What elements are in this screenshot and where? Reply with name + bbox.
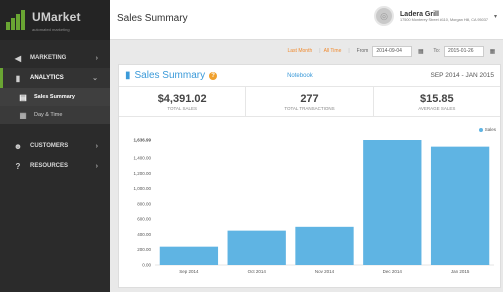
y-tick-label: 1,400.00 [133, 156, 151, 161]
caret-down-icon: ▾ [493, 13, 497, 20]
y-tick-label: 400.00 [137, 232, 151, 237]
brand-name: UMarket [32, 10, 81, 24]
legend-label: Sales [484, 127, 496, 132]
to-label: To: [433, 48, 440, 54]
x-tick-label: Dec 2014 [383, 269, 403, 274]
y-tick-label: 1,200.00 [133, 171, 151, 176]
sidebar-subitem-day-time[interactable]: ▦ Day & Time [0, 106, 110, 124]
account-name: Ladera Grill [400, 10, 439, 18]
stat-label: TOTAL SALES [167, 105, 197, 111]
stat-value: 277 [300, 92, 319, 105]
sidebar-item-marketing[interactable]: ◀ MARKETING › [0, 48, 110, 68]
stat-average-sales: $15.85 AVERAGE SALES [374, 87, 500, 116]
to-date-input[interactable]: 2015-01-26 [444, 45, 484, 57]
y-tick-label: 0.00 [142, 263, 151, 268]
page-title: Sales Summary [117, 13, 188, 24]
divider: | [319, 48, 321, 54]
sidebar-subitem-sales-summary[interactable]: ▤ Sales Summary [0, 88, 110, 106]
bar-dec-2014[interactable] [363, 140, 422, 265]
x-tick-label: Sep 2014 [179, 269, 199, 274]
sidebar-item-analytics[interactable]: ▮ ANALYTICS ⌄ [0, 68, 110, 88]
calendar-icon[interactable]: ▦ [416, 47, 425, 56]
notebook-link[interactable]: Notebook [287, 73, 313, 79]
chevron-down-icon: ⌄ [92, 75, 98, 82]
stat-label: TOTAL TRANSACTIONS [284, 105, 335, 111]
x-tick-label: Nov 2014 [315, 269, 335, 274]
sidebar: UMarket automated marketing ◀ MARKETING … [0, 0, 110, 292]
bar-jan-2015[interactable] [430, 146, 490, 265]
umarket-logo-icon [6, 10, 28, 30]
bar-nov-2014[interactable] [295, 226, 354, 265]
date-filter-bar: Last Month | All Time | From 2014-09-04 … [110, 41, 503, 61]
question-icon: ? [15, 161, 21, 171]
sales-chart: Sales 0.00 200.00 400.00 600.00 800.00 1,000.… [119, 118, 500, 288]
bar-sep-2014[interactable] [159, 246, 219, 265]
account-avatar: ◎ [374, 6, 395, 26]
all-time-link[interactable]: All Time [324, 48, 342, 54]
x-tick-label: Oct 2014 [248, 269, 267, 274]
y-tick-label: 800.00 [137, 201, 151, 206]
account-menu[interactable]: ◎ Ladera Grill 17500 Monterey Street #11… [374, 6, 497, 26]
calendar-icon: ▦ [19, 110, 27, 120]
sidebar-item-label: RESOURCES [30, 163, 69, 169]
top-header: Sales Summary ◎ Ladera Grill 17500 Monte… [110, 0, 503, 40]
y-tick-label: 1,000.00 [133, 186, 151, 191]
bar-oct-2014[interactable] [227, 230, 286, 265]
stat-total-transactions: 277 TOTAL TRANSACTIONS [246, 87, 374, 116]
last-month-link[interactable]: Last Month [288, 48, 313, 54]
help-icon[interactable]: ? [209, 71, 218, 80]
sidebar-item-label: MARKETING [30, 55, 67, 61]
chevron-right-icon: › [95, 54, 98, 62]
panel-header: ▮ Sales Summary ? Notebook SEP 2014 - JA… [119, 65, 500, 87]
stat-value: $15.85 [419, 92, 454, 105]
from-label: From [356, 48, 369, 54]
stat-total-sales: $4,391.02 TOTAL SALES [119, 87, 247, 116]
y-tick-label: 200.00 [137, 247, 151, 252]
x-tick-label: Jan 2015 [451, 269, 470, 274]
sidebar-item-customers[interactable]: ☻ CUSTOMERS › [0, 136, 110, 156]
account-address: 17500 Monterey Street #110, Morgan Hill,… [400, 17, 488, 22]
sidebar-subitem-label: Day & Time [34, 112, 63, 118]
chart-legend[interactable]: Sales [478, 127, 496, 132]
panel-title: Sales Summary [134, 70, 206, 81]
stats-row: $4,391.02 TOTAL SALES 277 TOTAL TRANSACT… [119, 87, 500, 117]
calendar-icon[interactable]: ▦ [488, 47, 497, 56]
stat-label: AVERAGE SALES [418, 105, 456, 111]
sidebar-item-label: ANALYTICS [30, 75, 64, 81]
from-date-input[interactable]: 2014-09-04 [372, 45, 413, 57]
sidebar-item-resources[interactable]: ? RESOURCES › [0, 156, 110, 176]
y-tick-label: 1,636.99 [133, 138, 151, 143]
sales-chart-icon: ▤ [19, 92, 27, 102]
chevron-right-icon: › [95, 142, 98, 150]
legend-swatch [478, 127, 483, 132]
brand[interactable]: UMarket automated marketing [0, 0, 110, 40]
bar-chart-svg: 0.00 200.00 400.00 600.00 800.00 1,000.00 1,20… [133, 138, 494, 274]
brand-tagline: automated marketing [32, 27, 70, 32]
chevron-right-icon: › [95, 162, 98, 170]
megaphone-icon: ◀ [14, 53, 22, 63]
sidebar-item-label: CUSTOMERS [30, 143, 69, 149]
people-icon: ☻ [13, 141, 23, 151]
y-tick-label: 600.00 [137, 217, 151, 222]
divider: | [348, 48, 350, 54]
bar-chart-icon: ▮ [125, 70, 131, 81]
sidebar-subitem-label: Sales Summary [34, 94, 75, 100]
stat-value: $4,391.02 [157, 92, 207, 105]
sales-summary-panel: ▮ Sales Summary ? Notebook SEP 2014 - JA… [118, 64, 501, 288]
bar-chart-icon: ▮ [15, 73, 21, 83]
date-range-label: SEP 2014 - JAN 2015 [430, 72, 494, 79]
